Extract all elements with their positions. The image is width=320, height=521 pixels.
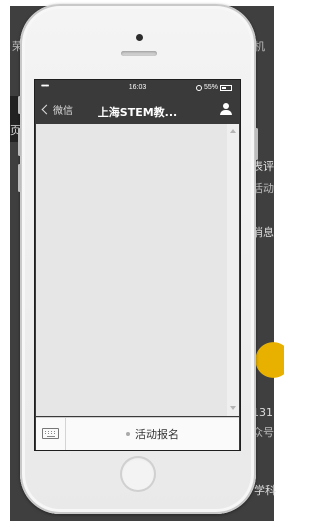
- battery-area: 55%: [195, 84, 232, 91]
- nav-bar: 微信 上海STEM教...: [35, 96, 240, 124]
- back-button[interactable]: 微信: [41, 102, 73, 117]
- scrollbar[interactable]: [227, 124, 239, 416]
- power-button: [255, 128, 258, 160]
- scroll-down-arrow-icon[interactable]: [230, 406, 236, 410]
- page-title: 上海STEM教...: [97, 106, 178, 119]
- battery-percent: 55%: [203, 84, 218, 91]
- home-button[interactable]: [120, 456, 156, 492]
- front-camera: [136, 34, 143, 41]
- chat-content-area[interactable]: [36, 124, 239, 416]
- rotation-lock-icon: [195, 84, 202, 91]
- status-bar: ••••• 16:03 55%: [35, 80, 240, 96]
- keyboard-toggle-button[interactable]: [36, 418, 66, 450]
- chevron-left-icon: [41, 104, 52, 115]
- menu-dot-icon: [126, 432, 130, 436]
- scroll-up-arrow-icon[interactable]: [230, 129, 236, 133]
- menu-item-label: 活动报名: [135, 428, 179, 441]
- background-text: 学科: [254, 484, 276, 497]
- back-label: 微信: [53, 106, 73, 117]
- user-icon[interactable]: [220, 103, 232, 116]
- keyboard-icon: [42, 428, 59, 439]
- earpiece-speaker: [121, 51, 157, 56]
- menu-item-activity-signup[interactable]: 活动报名: [66, 418, 239, 450]
- battery-fill: [222, 86, 227, 89]
- volume-up-button: [18, 128, 21, 156]
- phone-frame: ••••• 16:03 55% 微信 上海STEM教... 活动报名: [18, 4, 258, 514]
- volume-down-button: [18, 164, 21, 192]
- battery-icon: [220, 84, 232, 91]
- mute-switch: [18, 96, 21, 114]
- bottom-menu-bar: 活动报名: [36, 417, 239, 450]
- phone-screen: ••••• 16:03 55% 微信 上海STEM教... 活动报名: [34, 79, 241, 451]
